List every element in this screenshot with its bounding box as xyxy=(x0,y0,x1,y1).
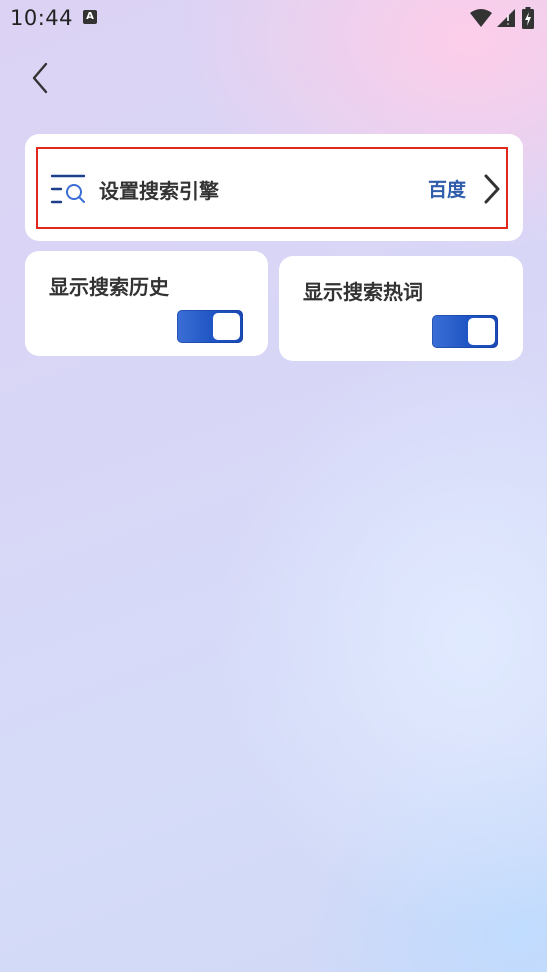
back-button[interactable] xyxy=(26,60,56,96)
wifi-icon xyxy=(470,9,492,27)
signal-icon xyxy=(497,9,515,27)
status-bar: 10:44 A xyxy=(0,0,547,36)
search-engine-card: 设置搜索引擎 百度 xyxy=(25,134,523,241)
toggle-knob xyxy=(468,318,495,345)
show-history-label: 显示搜索历史 xyxy=(49,275,169,299)
show-hot-words-card: 显示搜索热词 xyxy=(279,256,523,361)
toggle-knob xyxy=(213,313,240,340)
search-list-icon xyxy=(50,174,86,204)
battery-charging-icon xyxy=(522,7,534,29)
chevron-right-icon xyxy=(484,174,500,204)
show-hot-words-label: 显示搜索热词 xyxy=(303,280,423,304)
show-history-toggle[interactable] xyxy=(177,310,243,343)
search-engine-label: 设置搜索引擎 xyxy=(99,179,219,203)
show-hot-words-toggle[interactable] xyxy=(432,315,498,348)
show-history-card: 显示搜索历史 xyxy=(25,251,268,356)
status-time: 10:44 xyxy=(10,6,74,30)
chevron-left-icon xyxy=(32,62,48,94)
search-engine-value: 百度 xyxy=(428,179,467,201)
search-engine-setting-row[interactable]: 设置搜索引擎 百度 xyxy=(36,147,508,229)
notification-a-icon: A xyxy=(83,10,97,24)
